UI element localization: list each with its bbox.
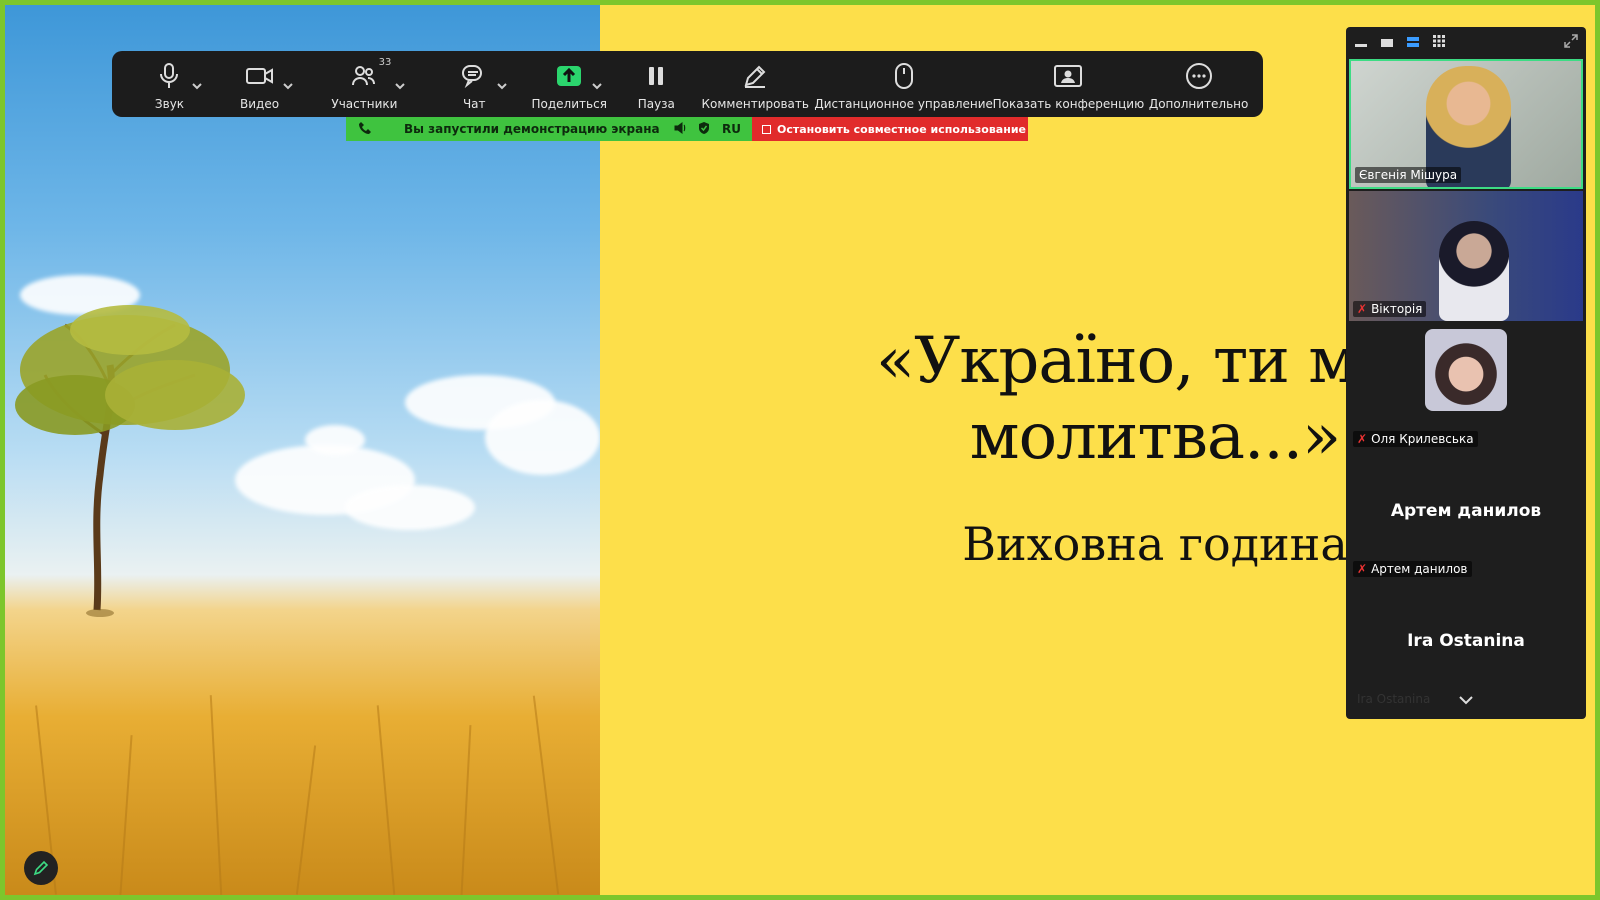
audio-button[interactable]: Звук [122,51,217,117]
screen-share-status-bar: Вы запустили демонстрацию экрана RU [346,117,752,141]
share-label: Поделиться [531,97,607,111]
chevron-down-icon[interactable] [495,79,509,93]
more-button[interactable]: Дополнительно [1144,51,1253,117]
minimize-icon[interactable] [1354,33,1368,52]
show-conference-button[interactable]: Показать конференцию [992,51,1145,117]
stop-square-icon [762,124,771,134]
chat-label: Чат [462,97,486,111]
muted-microphone-icon: ✗ [1357,562,1368,576]
participant-name-label: ✗ Вікторія [1353,301,1427,317]
participant-video [1439,221,1509,321]
mouse-icon [887,61,921,91]
strip-view-icon[interactable] [1406,33,1420,52]
phone-icon [358,121,378,138]
more-icon [1182,61,1216,91]
pause-label: Пауза [637,97,675,111]
chat-button[interactable]: Чат [427,51,522,117]
video-gallery-panel: Євгенія Мішура ✗ Вікторія ✗ Оля Крилевсь… [1346,27,1586,719]
chevron-down-icon[interactable] [590,79,604,93]
chat-icon [457,61,507,91]
microphone-icon [152,61,203,91]
participant-name-label: Ira Ostanina [1357,692,1431,706]
muted-microphone-icon: ✗ [1357,302,1368,316]
remote-control-button[interactable]: Дистанционное управление [814,51,993,117]
participants-label: Участники [331,97,398,111]
participants-count: 33 [378,57,392,68]
share-status-text: Вы запустили демонстрацию экрана [404,122,660,136]
stop-sharing-label: Остановить совместное использование [777,122,1026,136]
avatar [1425,329,1507,411]
annotate-floating-button[interactable] [24,851,58,885]
pencil-icon [33,860,49,876]
annotate-label: Комментировать [701,97,809,111]
show-conference-label: Показать конференцию [992,97,1145,111]
single-view-icon[interactable] [1380,33,1394,52]
audio-label: Звук [154,97,185,111]
video-camera-icon [243,61,293,91]
chevron-down-icon[interactable] [393,79,407,93]
chevron-down-icon[interactable] [281,79,295,93]
language-indicator[interactable]: RU [722,122,741,136]
stop-sharing-button[interactable]: Остановить совместное использование [752,117,1028,141]
video-label: Видео [240,97,280,111]
participant-display-name: Артем данилов [1390,501,1542,521]
participant-tile-yevheniia[interactable]: Євгенія Мішура [1349,59,1583,189]
video-button[interactable]: Видео [217,51,302,117]
annotate-button[interactable]: Комментировать [696,51,815,117]
pause-button[interactable]: Пауза [617,51,696,117]
participants-icon: 33 [347,57,406,91]
participant-name-label: ✗ Артем данилов [1353,561,1472,577]
pause-icon [639,61,673,91]
participant-display-name: Ira Ostanina [1407,631,1525,651]
participant-name-label: ✗ Оля Крилевська [1353,431,1478,447]
expand-icon[interactable] [1564,33,1578,52]
grid-view-icon[interactable] [1432,33,1446,52]
participants-button[interactable]: 33 Участники [302,51,427,117]
scroll-down-button[interactable] [1458,691,1474,710]
participant-name-label: Євгенія Мішура [1355,167,1462,183]
chevron-down-icon[interactable] [190,79,204,93]
shield-icon[interactable] [698,121,722,138]
participant-tile-viktoriia[interactable]: ✗ Вікторія [1349,191,1583,321]
more-label: Дополнительно [1148,97,1249,111]
window-frame: «Україно, ти моя молитва...» Виховна год… [0,0,1600,900]
speaker-icon[interactable] [674,121,698,137]
share-screen-icon [552,61,602,91]
participant-tile-olia[interactable]: ✗ Оля Крилевська [1349,321,1583,451]
show-conference-icon [1051,61,1085,91]
share-button[interactable]: Поделиться [522,51,617,117]
remote-control-label: Дистанционное управление [814,97,993,111]
pencil-icon [738,61,772,91]
muted-microphone-icon: ✗ [1357,432,1368,446]
chevron-down-icon [1459,696,1473,705]
gallery-view-controls [1346,27,1586,57]
participant-tile-artem[interactable]: Артем данилов ✗ Артем данилов [1349,451,1583,581]
meeting-toolbar: Звук Видео 33 Участники Чат Поделиться П… [112,51,1263,117]
